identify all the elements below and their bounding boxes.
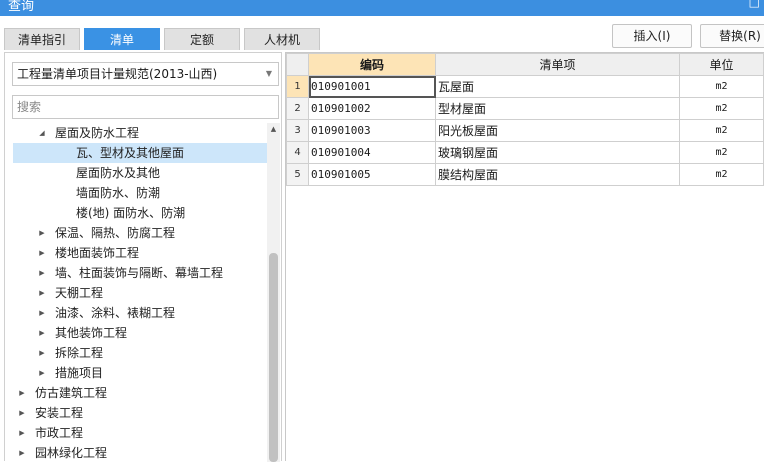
tree-node-label: 屋面防水及其他 xyxy=(76,166,161,180)
tree-node[interactable]: ▶ 拆除工程 xyxy=(5,343,267,363)
cell-code[interactable]: 010901002 xyxy=(308,97,436,120)
restore-icon[interactable]: □ xyxy=(749,0,760,9)
search-input[interactable] xyxy=(12,95,279,119)
cell-unit[interactable]: m2 xyxy=(679,163,764,186)
tree-node[interactable]: ▶ 楼地面装饰工程 xyxy=(5,243,267,263)
cell-code[interactable]: 010901005 xyxy=(308,163,436,186)
collapsed-arrow-icon[interactable]: ▶ xyxy=(17,403,27,423)
scroll-up-icon[interactable]: ▲ xyxy=(267,123,280,135)
table-header-row: 编码 清单项 单位 xyxy=(286,53,764,76)
library-select[interactable]: 工程量清单项目计量规范(2013-山西) ▼ xyxy=(12,62,279,86)
tree-node[interactable]: 瓦、型材及其他屋面 xyxy=(13,143,267,163)
cell-unit[interactable]: m2 xyxy=(679,75,764,98)
collapsed-arrow-icon[interactable]: ▶ xyxy=(37,343,47,363)
tree-node[interactable]: ▶ 措施项目 xyxy=(5,363,267,383)
row-number: 2 xyxy=(286,97,309,120)
row-number: 3 xyxy=(286,119,309,142)
tree-node[interactable]: ▶ 市政工程 xyxy=(5,423,267,443)
tree-node-label: 市政工程 xyxy=(35,426,84,440)
cell-unit[interactable]: m2 xyxy=(679,119,764,142)
tab-bar: 清单指引 清单 定额 人材机 插入(I) 替换(R) xyxy=(0,16,764,52)
table-row[interactable]: 4 010901004 玻璃钢屋面 m2 xyxy=(286,141,764,164)
tree-node-label: 墙、柱面装饰与隔断、幕墙工程 xyxy=(55,266,224,280)
row-number: 4 xyxy=(286,141,309,164)
tree-node[interactable]: 墙面防水、防潮 xyxy=(5,183,267,203)
column-header-code[interactable]: 编码 xyxy=(308,53,436,76)
tree-node-label: 油漆、涂料、裱糊工程 xyxy=(55,306,176,320)
table-row[interactable]: 5 010901005 膜结构屋面 m2 xyxy=(286,163,764,186)
cell-name[interactable]: 玻璃钢屋面 xyxy=(435,141,680,164)
tab-labor-material-machine[interactable]: 人材机 xyxy=(244,28,320,50)
tree-node[interactable]: ▶ 天棚工程 xyxy=(5,283,267,303)
tree-node[interactable]: 楼(地) 面防水、防潮 xyxy=(5,203,267,223)
tab-list-guide[interactable]: 清单指引 xyxy=(4,28,80,50)
tree-node[interactable]: ▶ 油漆、涂料、裱糊工程 xyxy=(5,303,267,323)
category-tree: ◢ 屋面及防水工程 瓦、型材及其他屋面 屋面防水及其他 墙面防水、防潮 楼(地)… xyxy=(5,123,267,462)
tree-node[interactable]: ▶ 安装工程 xyxy=(5,403,267,423)
cell-code[interactable]: 010901001 xyxy=(308,75,436,98)
tree-node-label: 安装工程 xyxy=(35,406,84,420)
tree-node[interactable]: ▶ 园林绿化工程 xyxy=(5,443,267,462)
tree-node[interactable]: ▶ 保温、隔热、防腐工程 xyxy=(5,223,267,243)
tree-node-label: 瓦、型材及其他屋面 xyxy=(76,146,185,160)
tree-node-label: 园林绿化工程 xyxy=(35,446,108,460)
row-number: 5 xyxy=(286,163,309,186)
tree-node-label: 屋面及防水工程 xyxy=(55,126,140,140)
collapsed-arrow-icon[interactable]: ▶ xyxy=(17,423,27,443)
tree-node[interactable]: 屋面防水及其他 xyxy=(5,163,267,183)
expanded-arrow-icon[interactable]: ◢ xyxy=(37,123,47,143)
window-titlebar: 查询 □ xyxy=(0,0,764,16)
tree-node-label: 保温、隔热、防腐工程 xyxy=(55,226,176,240)
tree-node-label: 楼(地) 面防水、防潮 xyxy=(76,206,186,220)
insert-button[interactable]: 插入(I) xyxy=(612,24,692,48)
row-number-header xyxy=(286,53,309,76)
tree-node-label: 仿古建筑工程 xyxy=(35,386,108,400)
collapsed-arrow-icon[interactable]: ▶ xyxy=(37,363,47,383)
tree-node[interactable]: ▶ 其他装饰工程 xyxy=(5,323,267,343)
results-panel: 编码 清单项 单位 1 010901001 瓦屋面 m2 2 010901002… xyxy=(285,52,764,461)
collapsed-arrow-icon[interactable]: ▶ xyxy=(37,223,47,243)
cell-name[interactable]: 瓦屋面 xyxy=(435,75,680,98)
collapsed-arrow-icon[interactable]: ▶ xyxy=(17,443,27,462)
cell-name[interactable]: 膜结构屋面 xyxy=(435,163,680,186)
collapsed-arrow-icon[interactable]: ▶ xyxy=(37,303,47,323)
collapsed-arrow-icon[interactable]: ▶ xyxy=(37,283,47,303)
tree-node-label: 拆除工程 xyxy=(55,346,104,360)
scrollbar-thumb[interactable] xyxy=(269,253,278,462)
tree-node-label: 天棚工程 xyxy=(55,286,104,300)
replace-button[interactable]: 替换(R) xyxy=(700,24,764,48)
left-panel: 工程量清单项目计量规范(2013-山西) ▼ ◢ 屋面及防水工程 瓦、型材及其他… xyxy=(4,52,282,462)
cell-unit[interactable]: m2 xyxy=(679,141,764,164)
tree-node-label: 墙面防水、防潮 xyxy=(76,186,161,200)
tree-node[interactable]: ◢ 屋面及防水工程 xyxy=(5,123,267,143)
cell-name[interactable]: 阳光板屋面 xyxy=(435,119,680,142)
table-row[interactable]: 3 010901003 阳光板屋面 m2 xyxy=(286,119,764,142)
column-header-name[interactable]: 清单项 xyxy=(435,53,680,76)
table-row[interactable]: 2 010901002 型材屋面 m2 xyxy=(286,97,764,120)
tree-node-label: 措施项目 xyxy=(55,366,104,380)
tree-node-label: 其他装饰工程 xyxy=(55,326,128,340)
tree-node[interactable]: ▶ 仿古建筑工程 xyxy=(5,383,267,403)
row-number: 1 xyxy=(286,75,309,98)
cell-name[interactable]: 型材屋面 xyxy=(435,97,680,120)
collapsed-arrow-icon[interactable]: ▶ xyxy=(37,263,47,283)
tree-node-label: 楼地面装饰工程 xyxy=(55,246,140,260)
cell-code[interactable]: 010901004 xyxy=(308,141,436,164)
library-select-value: 工程量清单项目计量规范(2013-山西) xyxy=(17,67,218,81)
tab-quota[interactable]: 定额 xyxy=(164,28,240,50)
tab-list[interactable]: 清单 xyxy=(84,28,160,50)
tree-node[interactable]: ▶ 墙、柱面装饰与隔断、幕墙工程 xyxy=(5,263,267,283)
cell-unit[interactable]: m2 xyxy=(679,97,764,120)
collapsed-arrow-icon[interactable]: ▶ xyxy=(17,383,27,403)
tree-scrollbar[interactable]: ▲ xyxy=(267,123,280,462)
collapsed-arrow-icon[interactable]: ▶ xyxy=(37,243,47,263)
window-title: 查询 xyxy=(8,0,35,14)
results-table: 编码 清单项 单位 1 010901001 瓦屋面 m2 2 010901002… xyxy=(286,53,764,186)
chevron-down-icon: ▼ xyxy=(265,69,272,78)
table-row[interactable]: 1 010901001 瓦屋面 m2 xyxy=(286,75,764,98)
cell-code[interactable]: 010901003 xyxy=(308,119,436,142)
collapsed-arrow-icon[interactable]: ▶ xyxy=(37,323,47,343)
column-header-unit[interactable]: 单位 xyxy=(679,53,764,76)
